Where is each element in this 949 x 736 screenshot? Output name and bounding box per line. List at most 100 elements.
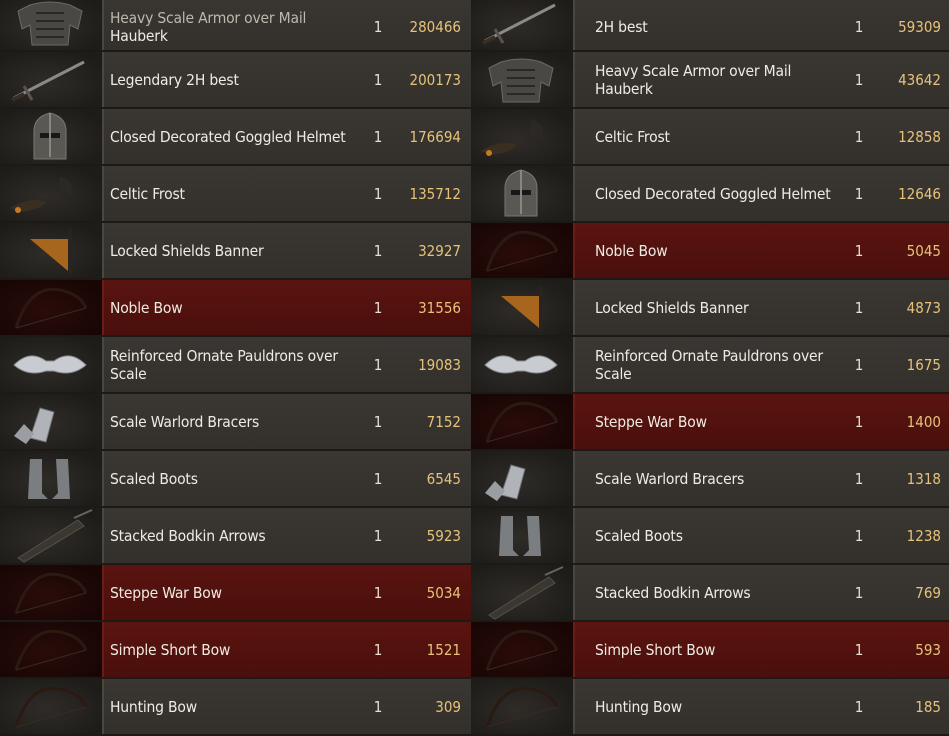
horse-harness-icon	[0, 166, 104, 221]
item-quantity: 1	[854, 184, 864, 203]
item-row[interactable]: Legendary 2H best 1 200173	[0, 52, 472, 107]
item-value: 1675	[906, 355, 941, 374]
item-name: Locked Shields Banner	[110, 241, 264, 260]
item-row[interactable]: Simple Short Bow 1 593	[471, 622, 949, 677]
item-value: 31556	[418, 298, 461, 317]
item-value: 5034	[426, 583, 461, 602]
item-row[interactable]: Locked Shields Banner 1 32927	[0, 223, 472, 278]
item-row[interactable]: Scaled Boots 1 6545	[0, 451, 472, 506]
pauldrons-icon	[0, 337, 104, 392]
item-name: 2H best	[595, 17, 648, 36]
item-name: Closed Decorated Goggled Helmet	[595, 184, 831, 203]
boots-icon	[471, 508, 575, 563]
item-value: 19083	[418, 355, 461, 374]
item-name: Simple Short Bow	[595, 640, 716, 659]
item-row[interactable]: Steppe War Bow 1 5034	[0, 565, 472, 620]
item-row[interactable]: Celtic Frost 1 12858	[471, 109, 949, 164]
item-quantity: 1	[854, 526, 864, 545]
left-item-list: Heavy Scale Armor over Mail Hauberk 1 28046…	[0, 0, 472, 736]
item-row[interactable]: Noble Bow 1 5045	[471, 223, 949, 278]
item-quantity: 1	[854, 70, 864, 89]
item-value: 593	[915, 640, 941, 659]
item-row[interactable]: Noble Bow 1 31556	[0, 280, 472, 335]
item-value: 1521	[426, 640, 461, 659]
item-quantity: 1	[854, 241, 864, 260]
bow-icon	[0, 679, 104, 734]
item-row[interactable]: Simple Short Bow 1 1521	[0, 622, 472, 677]
quiver-icon	[471, 565, 575, 620]
item-quantity: 1	[854, 298, 864, 317]
item-row[interactable]: Hunting Bow 1 309	[0, 679, 472, 734]
bow-icon	[0, 622, 104, 677]
item-quantity: 1	[373, 469, 383, 488]
item-row[interactable]: Stacked Bodkin Arrows 1 5923	[0, 508, 472, 563]
item-row[interactable]: Locked Shields Banner 1 4873	[471, 280, 949, 335]
item-quantity: 1	[373, 298, 383, 317]
item-name: Steppe War Bow	[595, 412, 707, 431]
item-name: Heavy Scale Armor over Mail Hauberk	[110, 8, 307, 45]
item-value: 1400	[906, 412, 941, 431]
item-value: 43642	[898, 70, 941, 89]
item-row[interactable]: Scaled Boots 1 1238	[471, 508, 949, 563]
boots-icon	[0, 451, 104, 506]
sword-icon	[471, 0, 575, 50]
item-name: Simple Short Bow	[110, 640, 231, 659]
item-value: 1238	[906, 526, 941, 545]
helmet-icon	[0, 109, 104, 164]
bow-icon	[471, 622, 575, 677]
item-quantity: 1	[373, 640, 383, 659]
item-value: 59309	[898, 17, 941, 36]
body-armor-icon	[471, 52, 575, 107]
item-quantity: 1	[854, 127, 864, 146]
quiver-icon	[0, 508, 104, 563]
item-row[interactable]: Scale Warlord Bracers 1 1318	[471, 451, 949, 506]
item-quantity: 1	[373, 127, 383, 146]
item-quantity: 1	[373, 412, 383, 431]
item-value: 769	[915, 583, 941, 602]
item-quantity: 1	[854, 17, 864, 36]
item-row[interactable]: Heavy Scale Armor over Mail Hauberk 1 28046…	[0, 0, 472, 50]
bracers-icon	[0, 394, 104, 449]
item-name: Scale Warlord Bracers	[595, 469, 745, 488]
item-name: Noble Bow	[595, 241, 668, 260]
item-value: 5923	[426, 526, 461, 545]
item-quantity: 1	[373, 17, 383, 36]
item-row[interactable]: Hunting Bow 1 185	[471, 679, 949, 734]
item-name: Heavy Scale Armor over Mail Hauberk	[595, 61, 792, 98]
item-quantity: 1	[373, 241, 383, 260]
item-row[interactable]: Heavy Scale Armor over Mail Hauberk 1 43642	[471, 52, 949, 107]
item-row[interactable]: Scale Warlord Bracers 1 7152	[0, 394, 472, 449]
item-name: Celtic Frost	[110, 184, 185, 203]
item-value: 12646	[898, 184, 941, 203]
item-row[interactable]: Reinforced Ornate Pauldrons over Scale 1 19…	[0, 337, 472, 392]
item-value: 185	[915, 697, 941, 716]
item-quantity: 1	[854, 640, 864, 659]
item-name: Noble Bow	[110, 298, 183, 317]
item-quantity: 1	[854, 355, 864, 374]
item-quantity: 1	[854, 412, 864, 431]
bow-icon	[0, 280, 104, 335]
item-name: Scale Warlord Bracers	[110, 412, 260, 431]
bow-icon	[471, 223, 575, 278]
item-quantity: 1	[854, 697, 864, 716]
item-row[interactable]: Closed Decorated Goggled Helmet 1 12646	[471, 166, 949, 221]
item-name: Scaled Boots	[595, 526, 683, 545]
item-name: Stacked Bodkin Arrows	[110, 526, 266, 545]
horse-harness-icon	[471, 109, 575, 164]
item-quantity: 1	[373, 526, 383, 545]
item-row[interactable]: Steppe War Bow 1 1400	[471, 394, 949, 449]
body-armor-icon	[0, 0, 104, 50]
item-name: Scaled Boots	[110, 469, 198, 488]
item-row[interactable]: 2H best 1 59309	[471, 0, 949, 50]
item-row[interactable]: Closed Decorated Goggled Helmet 1 176694	[0, 109, 472, 164]
sword-icon	[0, 52, 104, 107]
item-value: 309	[435, 697, 461, 716]
item-name: Legendary 2H best	[110, 70, 239, 89]
item-row[interactable]: Stacked Bodkin Arrows 1 769	[471, 565, 949, 620]
item-quantity: 1	[373, 184, 383, 203]
item-row[interactable]: Celtic Frost 1 135712	[0, 166, 472, 221]
item-value: 6545	[426, 469, 461, 488]
banner-icon	[471, 280, 575, 335]
item-value: 4873	[906, 298, 941, 317]
item-row[interactable]: Reinforced Ornate Pauldrons over Scale 1 16…	[471, 337, 949, 392]
